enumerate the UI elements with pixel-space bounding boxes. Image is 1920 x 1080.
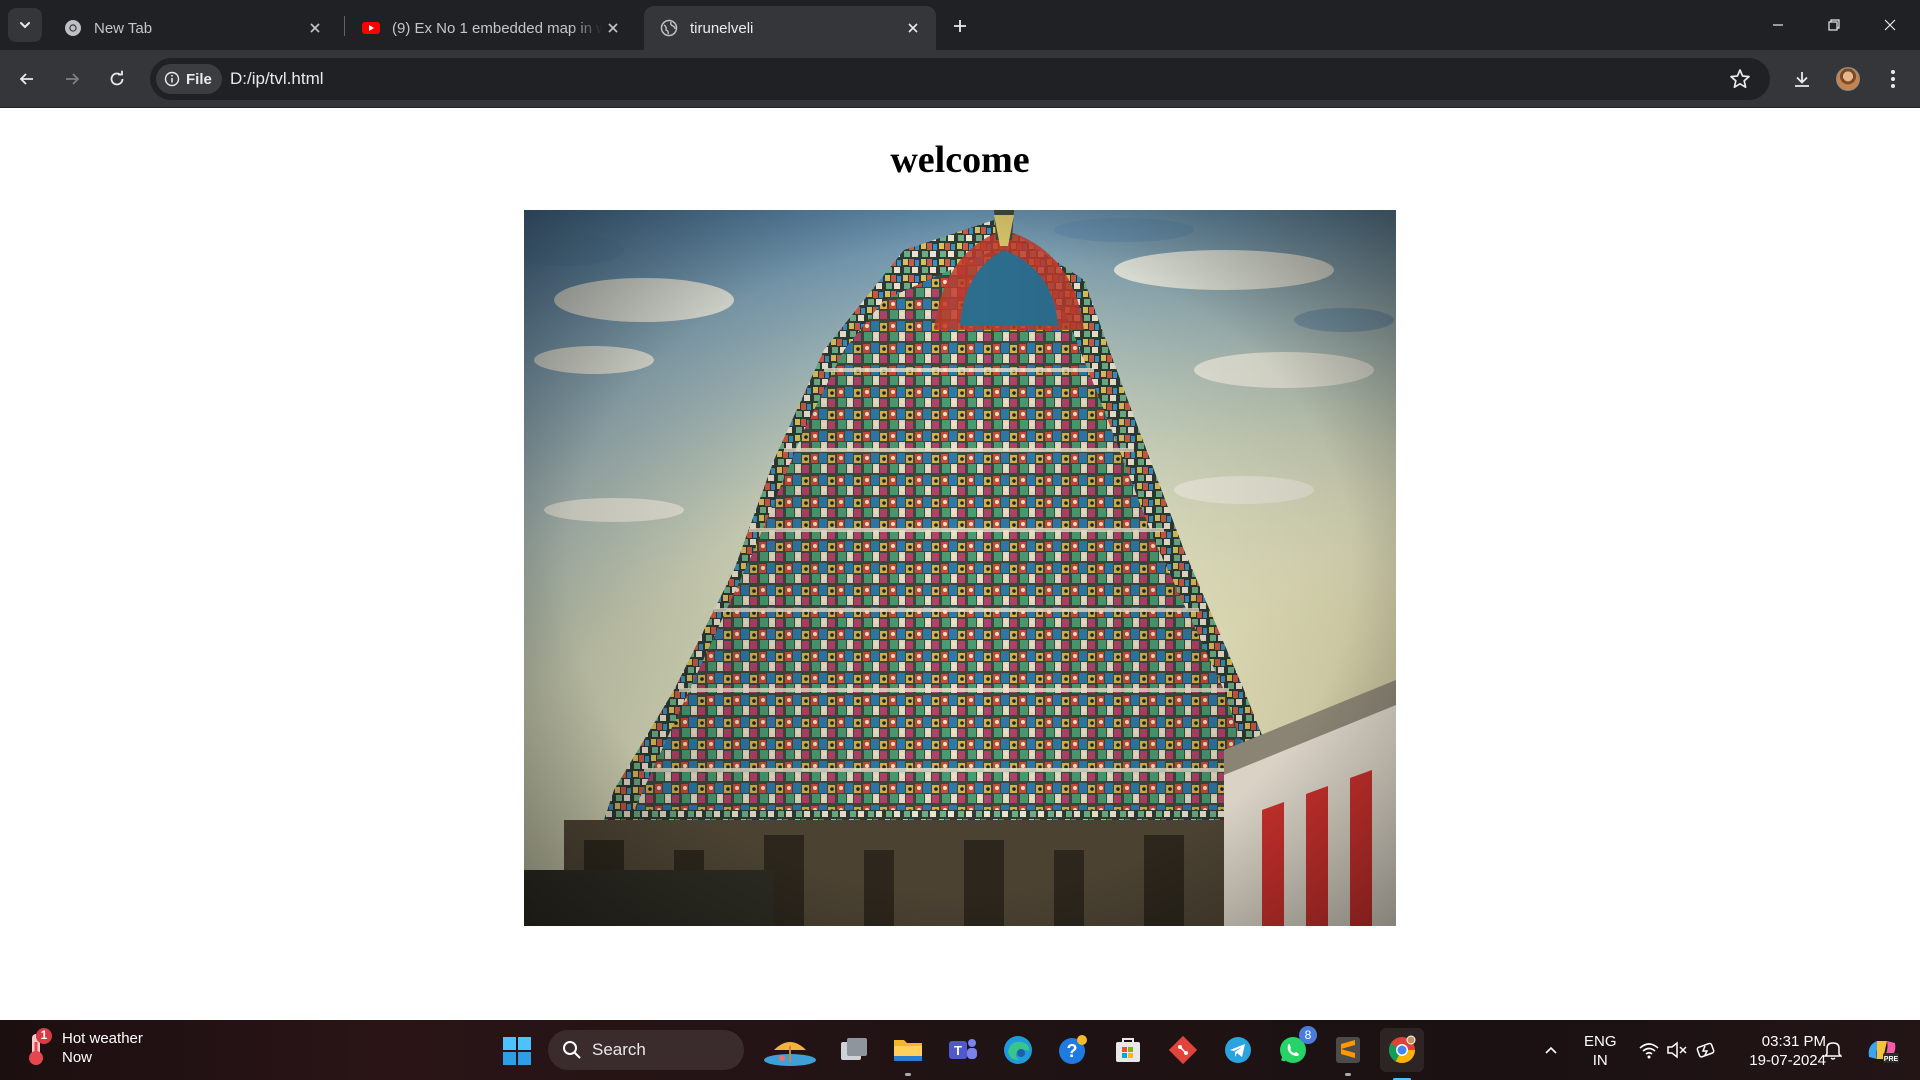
- chevron-up-icon: [1545, 1046, 1557, 1054]
- minimize-icon: [1773, 24, 1783, 26]
- download-icon: [1795, 72, 1809, 87]
- reload-button[interactable]: [100, 62, 134, 96]
- windows-logo-icon: [503, 1037, 531, 1065]
- browser-toolbar: File D:/ip/tvl.html: [0, 50, 1920, 108]
- language-code: ENG: [1584, 1033, 1617, 1050]
- clock-date: 19-07-2024: [1749, 1052, 1826, 1069]
- kebab-menu-icon: [1891, 70, 1895, 88]
- tab-tirunelveli[interactable]: tirunelveli: [644, 6, 936, 50]
- tab-title: tirunelveli: [690, 19, 754, 37]
- site-info-chip[interactable]: File: [156, 64, 222, 94]
- tab-youtube[interactable]: (9) Ex No 1 embedded map in w: [346, 6, 636, 50]
- youtube-icon: [362, 22, 380, 34]
- restore-icon: [1828, 19, 1840, 31]
- profile-button[interactable]: [1831, 62, 1865, 96]
- chrome-icon: [65, 20, 81, 36]
- clock-time: 03:31 PM: [1761, 1033, 1826, 1050]
- back-button[interactable]: [10, 62, 44, 96]
- language-indicator[interactable]: ENG IN: [1584, 1032, 1617, 1070]
- chevron-down-icon: [20, 22, 30, 29]
- close-tab-icon[interactable]: [602, 17, 624, 39]
- close-tab-icon[interactable]: [304, 17, 326, 39]
- taskbar-search[interactable]: Search: [548, 1030, 744, 1070]
- bookmark-star-icon[interactable]: [1728, 67, 1752, 91]
- weather-subtitle: Now: [62, 1049, 93, 1066]
- restore-button[interactable]: [1806, 0, 1862, 50]
- copilot-icon[interactable]: PRE: [1862, 1032, 1902, 1068]
- tab-title: (9) Ex No 1 embedded map in w: [392, 19, 602, 37]
- tab-strip: New Tab (9) Ex No 1 embedded map in w ti…: [0, 0, 1920, 50]
- weather-widget[interactable]: 1 Hot weather Now: [22, 1028, 143, 1068]
- weather-alert-count: 1: [40, 1028, 48, 1042]
- globe-icon: [660, 19, 678, 37]
- tab-title: New Tab: [94, 19, 153, 37]
- search-icon: [563, 1041, 581, 1059]
- start-button[interactable]: [500, 1034, 534, 1068]
- svg-text:PRE: PRE: [1884, 1056, 1899, 1063]
- tab-search-button[interactable]: [8, 8, 42, 42]
- notifications-button[interactable]: [1818, 1032, 1848, 1068]
- close-window-button[interactable]: [1862, 0, 1918, 50]
- page-content: welcome: [0, 108, 1920, 1020]
- search-highlight-icon[interactable]: [760, 1032, 820, 1068]
- sublime-text-icon[interactable]: [1330, 1032, 1366, 1076]
- address-bar[interactable]: File D:/ip/tvl.html: [150, 58, 1770, 100]
- search-placeholder: Search: [592, 1040, 646, 1059]
- show-hidden-icons-button[interactable]: [1536, 1032, 1566, 1068]
- downloads-button[interactable]: [1785, 62, 1819, 96]
- wifi-icon[interactable]: [1636, 1032, 1662, 1068]
- whatsapp-badge: 8: [1299, 1026, 1317, 1044]
- close-tab-icon[interactable]: [902, 17, 924, 39]
- bell-icon: [1824, 1042, 1842, 1060]
- chrome-taskbar-icon[interactable]: [1380, 1028, 1424, 1080]
- forward-arrow-icon: [66, 73, 80, 85]
- thermometer-icon: 1: [22, 1028, 56, 1068]
- task-view-icon[interactable]: [836, 1032, 872, 1068]
- menu-button[interactable]: [1876, 62, 1910, 96]
- avatar: [1836, 67, 1860, 91]
- new-tab-button[interactable]: [946, 12, 974, 40]
- teams-icon[interactable]: T: [945, 1032, 981, 1068]
- weather-title: Hot weather: [62, 1030, 143, 1047]
- info-icon: [164, 71, 180, 87]
- region-code: IN: [1592, 1052, 1608, 1069]
- tab-new-tab[interactable]: New Tab: [48, 6, 338, 50]
- edge-icon[interactable]: [1000, 1032, 1036, 1068]
- temple-gopuram-illustration: [524, 210, 1396, 926]
- temple-image: [524, 210, 1396, 926]
- site-info-label: File: [186, 70, 212, 88]
- svg-text:?: ?: [1067, 1041, 1078, 1061]
- page-heading: welcome: [890, 139, 1030, 181]
- svg-text:T: T: [954, 1043, 962, 1058]
- file-explorer-icon[interactable]: [890, 1032, 926, 1076]
- close-icon: [1884, 19, 1896, 31]
- whatsapp-icon[interactable]: 8: [1275, 1026, 1317, 1068]
- plus-icon: [954, 20, 966, 32]
- reload-icon: [110, 70, 124, 86]
- back-arrow-icon: [19, 73, 33, 85]
- get-help-icon[interactable]: ?: [1055, 1032, 1091, 1068]
- battery-icon[interactable]: [1694, 1032, 1720, 1068]
- git-icon[interactable]: [1165, 1032, 1201, 1068]
- system-clock[interactable]: 03:31 PM 19-07-2024: [1732, 1032, 1826, 1070]
- minimize-button[interactable]: [1750, 0, 1806, 50]
- speaker-muted-icon[interactable]: [1664, 1032, 1690, 1068]
- forward-button[interactable]: [55, 62, 89, 96]
- tab-divider: [344, 16, 345, 36]
- telegram-icon[interactable]: [1220, 1032, 1256, 1068]
- microsoft-store-icon[interactable]: [1110, 1032, 1146, 1068]
- taskbar: 1 Hot weather Now Search T ? 8 ENG IN 03…: [0, 1020, 1920, 1080]
- url-text[interactable]: D:/ip/tvl.html: [230, 69, 324, 89]
